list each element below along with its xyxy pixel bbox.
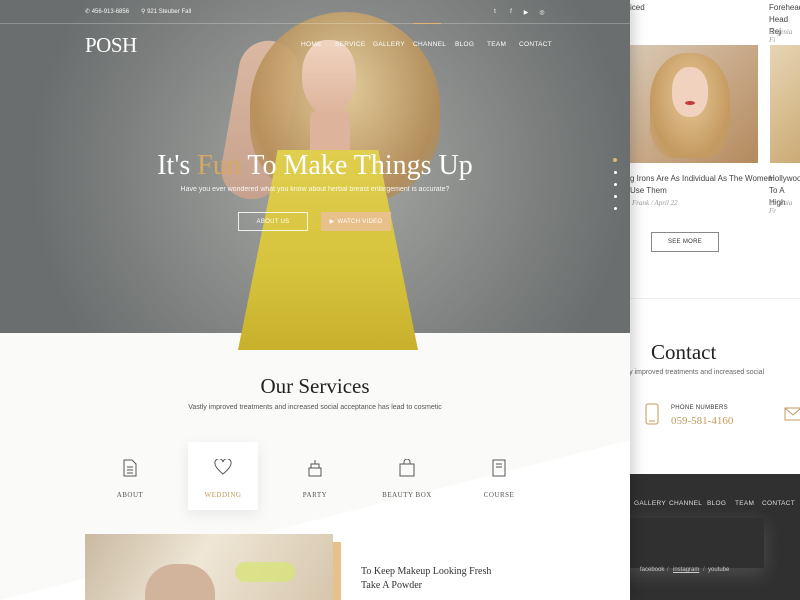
service-label: BEAUTY BOX xyxy=(382,491,432,499)
hero-title-part2: To Make Things Up xyxy=(240,150,473,181)
phone-label: PHONE NUMBERS xyxy=(671,405,728,411)
slider-dot-3[interactable] xyxy=(614,183,617,186)
contact-subtitle: lly improved treatments and increased so… xyxy=(626,369,765,376)
nav-blog[interactable]: BLOG xyxy=(455,41,474,48)
address-info: ⚲ 921 Steuber Fall xyxy=(141,8,191,15)
nav-contact[interactable]: CONTACT xyxy=(519,41,552,48)
slider-dot-4[interactable] xyxy=(614,195,617,198)
twitter-icon[interactable]: t xyxy=(491,9,499,15)
youtube-icon[interactable]: ▶ xyxy=(522,9,530,16)
service-party[interactable]: PARTY xyxy=(280,442,350,510)
nav-active-indicator xyxy=(413,23,441,24)
blog-card-partial-title: iced xyxy=(630,3,645,12)
nav-channel[interactable]: CHANNEL xyxy=(413,41,446,48)
services-title: Our Services xyxy=(260,374,370,398)
accent-bar xyxy=(333,542,341,600)
service-label: COURSE xyxy=(483,491,515,499)
blog-preview-title-line2: Take A Powder xyxy=(361,580,422,591)
blog-card-1-title-line1[interactable]: g Irons Are As Individual As The Women xyxy=(630,173,772,185)
hero-title: It's Fun To Make Things Up xyxy=(0,150,630,182)
service-about[interactable]: ABOUT xyxy=(95,442,165,510)
phone-icon xyxy=(645,403,659,425)
footer-nav-gallery[interactable]: GALLERY xyxy=(634,500,666,507)
nav-service[interactable]: SERVICE xyxy=(335,41,366,48)
see-more-button[interactable]: SEE MORE xyxy=(651,232,719,252)
nav-gallery[interactable]: GALLERY xyxy=(373,41,405,48)
blog-preview-title-line1: To Keep Makeup Looking Fresh xyxy=(361,566,492,577)
location-pin-icon: ⚲ xyxy=(141,9,146,15)
footer-link-facebook[interactable]: facebook xyxy=(640,567,664,573)
service-beauty-box[interactable]: BEAUTY BOX xyxy=(372,442,442,510)
slider-dot-2[interactable] xyxy=(614,171,617,174)
footer-nav-team[interactable]: TEAM xyxy=(735,500,754,507)
topbar-divider xyxy=(0,23,630,24)
facebook-icon[interactable]: f xyxy=(507,9,515,15)
hero-title-accent: Fun xyxy=(197,150,241,181)
services-subtitle: Vastly improved treatments and increased… xyxy=(188,404,442,411)
blog-card-1-title-line2[interactable]: Use Them xyxy=(630,185,667,197)
model-lips xyxy=(685,101,695,105)
service-label: PARTY xyxy=(302,491,328,499)
slider-dot-5[interactable] xyxy=(614,207,617,210)
model-face xyxy=(672,67,708,117)
footer-nav-channel[interactable]: CHANNEL xyxy=(669,500,702,507)
phone-info: ✆ 456-913-6856 xyxy=(85,8,129,15)
hero-subtitle: Have you ever wondered what you know abo… xyxy=(180,186,450,193)
blog-card-1-image[interactable] xyxy=(630,45,758,163)
cake-icon xyxy=(308,460,322,477)
hero-title-part1: It's xyxy=(157,150,198,181)
blog-card-2-meta: Eugenia Fr xyxy=(769,199,793,215)
blog-card-2-top-meta: Eugenia Fi xyxy=(769,28,793,44)
footer-link-youtube[interactable]: youtube xyxy=(708,567,729,573)
about-us-button[interactable]: ABOUT US xyxy=(238,212,308,231)
instagram-icon[interactable]: ◎ xyxy=(538,9,546,16)
flower-decoration xyxy=(235,562,295,582)
phone-number[interactable]: 059-581-4160 xyxy=(671,415,733,427)
document-icon xyxy=(123,459,137,477)
address-text: 921 Steuber Fall xyxy=(147,9,192,15)
heart-icon xyxy=(214,459,232,475)
nav-team[interactable]: TEAM xyxy=(487,41,506,48)
nav-home[interactable]: HOME xyxy=(301,41,322,48)
footer-nav-contact[interactable]: CONTACT xyxy=(762,500,795,507)
watch-video-button[interactable]: ▶ WATCH VIDEO xyxy=(321,212,391,231)
service-wedding[interactable]: WEDDING xyxy=(188,442,258,510)
footer-link-separator: / xyxy=(667,567,669,573)
model-head xyxy=(145,564,215,600)
hero-model-face xyxy=(302,40,356,115)
service-label: ABOUT xyxy=(116,491,144,499)
blog-preview-image[interactable] xyxy=(85,534,333,600)
shopping-bag-icon xyxy=(399,459,415,477)
service-course[interactable]: COURSE xyxy=(464,442,534,510)
watch-video-label: WATCH VIDEO xyxy=(337,218,383,225)
footer-link-separator: / xyxy=(703,567,705,573)
service-label: WEDDING xyxy=(204,491,242,499)
blog-card-2-top-title-line1: Forehead xyxy=(769,3,800,12)
footer-link-instagram[interactable]: instagram xyxy=(673,567,699,573)
book-icon xyxy=(492,459,506,477)
contact-title: Contact xyxy=(651,340,717,364)
main-page: ✆ 456-913-6856 ⚲ 921 Steuber Fall t f ▶ … xyxy=(0,0,630,600)
footer-nav-blog[interactable]: BLOG xyxy=(707,500,726,507)
phone-text: 456-913-6856 xyxy=(91,9,130,15)
slider-dot-1[interactable] xyxy=(613,158,617,162)
blog-card-2-title-line1[interactable]: Hollywoo xyxy=(769,173,800,185)
blog-card-2-image[interactable] xyxy=(770,45,800,163)
blog-preview-title[interactable]: To Keep Makeup Looking Fresh Take A Powd… xyxy=(361,565,491,593)
mail-icon xyxy=(784,407,800,421)
blog-card-1-meta: Frank / April 22 xyxy=(632,199,678,207)
play-icon: ▶ xyxy=(329,219,335,225)
logo[interactable]: POSH xyxy=(85,33,137,58)
phone-icon: ✆ xyxy=(85,9,91,15)
